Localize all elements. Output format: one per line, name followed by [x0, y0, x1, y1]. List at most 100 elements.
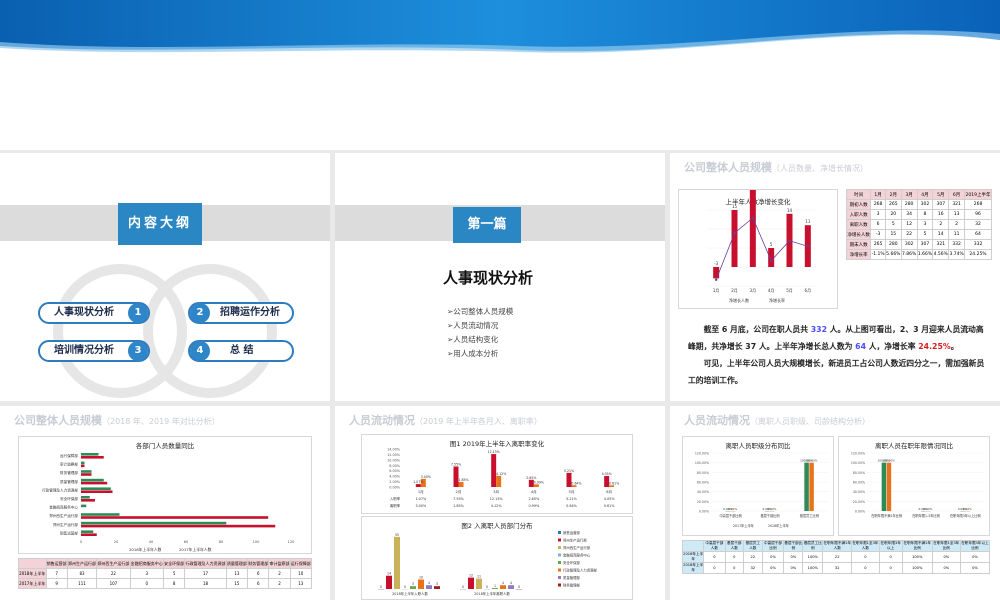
- table-cell: 3.00%: [415, 504, 427, 508]
- table-header-cell: 郑州生产运行部: [66, 558, 98, 569]
- legend-entry: 2017年上半年: [733, 523, 755, 528]
- slide-headcount[interactable]: 公司整体人员规模（人员数量、净增长情况） 上半年人数净增长变化 -3 1月 15 2月…: [670, 153, 1000, 401]
- tick-label: 80: [219, 540, 224, 544]
- tick-label: 2.00%: [389, 480, 401, 484]
- data-label: 0.64%: [571, 481, 581, 485]
- table-cell: 15: [225, 578, 249, 589]
- bar-2018: [81, 530, 94, 533]
- table-header-cell: 中高层干部比例: [761, 540, 785, 552]
- chapter-title: 人事现状分析: [443, 269, 534, 287]
- table-header-cell: 运行保障部: [289, 558, 313, 569]
- bar-2018: [81, 513, 120, 516]
- legend-swatch: [558, 553, 561, 557]
- bullet-item: ➢用人成本分析: [447, 349, 499, 358]
- tick-label: 120.00%: [695, 452, 709, 456]
- data-label: 10: [419, 576, 423, 580]
- tick-label: 5月: [786, 288, 793, 293]
- table-cell: 0: [724, 562, 744, 574]
- table-cell: -1.1%: [870, 249, 886, 260]
- tick-label: 基层干部比例: [760, 513, 779, 518]
- summary-paragraph: 截至 6 月底，公司在职人员共 332 人。从上图可看出，2、3 月迎来人员流动…: [688, 325, 985, 385]
- bar: [508, 585, 514, 589]
- tenure-chart: 离职人员在职年限情况同比 120.00% 100.00% 80.00% 60.00% 4…: [838, 436, 990, 536]
- bar-2017: [81, 481, 108, 485]
- table-cell: 302: [916, 199, 934, 210]
- data-label: 1.85%: [458, 478, 468, 482]
- table-cell: 15: [884, 229, 902, 240]
- data-label: 2.65%: [526, 476, 536, 480]
- legend-entry: 行政管理及人力资源部: [563, 568, 598, 573]
- data-label: 0.00%: [728, 507, 737, 511]
- slide-dept-compare[interactable]: 公司整体人员规模（2018 年、2019 年对比分析） 各部门人员数量同比 运行…: [0, 406, 330, 600]
- bar-2018: [81, 470, 92, 473]
- table-row: 2018年上半年 7 83 22 3 5 17 13 6 2 10: [18, 568, 313, 579]
- table-cell: 0%: [761, 562, 785, 574]
- data-label: 3.00%: [421, 475, 431, 479]
- slide-turnover-rate[interactable]: 人员流动情况（2019 年上半年各月入、离职率） 图1 2019年上半年入离职率…: [335, 406, 665, 600]
- table-cell: 4.12%: [491, 504, 503, 508]
- table-header-cell: 时间: [845, 189, 872, 200]
- bullet-item: ➢人员流动情况: [447, 321, 499, 330]
- tick-label: 20: [114, 540, 119, 544]
- outline-header: 内容大纲: [118, 203, 202, 245]
- tick-label: 10.00%: [387, 458, 401, 462]
- table-cell: 332: [948, 239, 966, 250]
- tick-label: 40.00%: [853, 490, 865, 494]
- table-cell: 7.86%: [900, 249, 918, 260]
- slide-chapter-one[interactable]: 第一篇 人事现状分析 ➢公司整体人员规模 ➢人员流动情况 ➢人员结构变化 ➢用人…: [335, 153, 665, 401]
- table-cell: 100%: [802, 562, 824, 574]
- dept-label: 安全环保部: [60, 496, 78, 501]
- tick-label: 2018年上半年离职人数: [474, 591, 510, 596]
- table-cell: 0%: [761, 551, 785, 563]
- table-header-cell: 在职年限1至3年人数: [851, 540, 880, 552]
- table-row: 期初人数 268 265 280 302 307 321 268: [845, 199, 992, 210]
- tick-label: 20.00%: [853, 500, 865, 504]
- dept-label: 行政管理及人力资源部: [42, 487, 78, 492]
- data-label: 15: [732, 204, 738, 209]
- table-cell: 0.99%: [528, 504, 540, 508]
- data-label: 0: [462, 585, 464, 589]
- bar: [394, 536, 400, 589]
- data-label: 0.00%: [963, 507, 972, 511]
- headcount-table: 时间 1月 2月 3月 4月 5月 6月 2019上半年 期初人数 268 265 280 302 307…: [845, 189, 992, 260]
- data-label: 1: [494, 584, 496, 588]
- bar: [768, 248, 775, 267]
- table-cell: 入职人数: [845, 209, 872, 220]
- data-label: 0.00%: [924, 507, 933, 511]
- table-cell: 4.05%: [604, 497, 616, 501]
- table-cell: 32: [822, 562, 853, 574]
- legend-entry: 安全环保部: [563, 560, 581, 565]
- tick-label: 3月: [493, 489, 499, 494]
- data-label: 100.00%: [805, 459, 818, 463]
- table-cell: 22: [96, 568, 131, 579]
- slide-outline[interactable]: 内容大纲 人事现状分析 1 招聘运作分析 2 培训情况分析 3 总 结 4: [0, 153, 330, 401]
- bar-in: [491, 454, 497, 487]
- bar-2018: [81, 496, 90, 499]
- legend-swatch: [558, 576, 561, 579]
- bar-2018: [81, 461, 85, 465]
- bar-out: [533, 484, 539, 487]
- table-cell: 307: [916, 239, 934, 250]
- table-header-cell: 财务管理部: [247, 558, 270, 569]
- table-cell: 2018年上半年: [18, 568, 47, 579]
- dept-label: 审计监察部: [60, 462, 78, 467]
- tenure-svg: 120.00% 100.00% 80.00% 60.00% 40.00% 20.00% 0.…: [851, 452, 985, 518]
- data-label: 0: [380, 585, 382, 589]
- table-cell: 1.85%: [453, 504, 465, 508]
- tick-label: 12.00%: [387, 453, 401, 457]
- table-cell: 0: [129, 578, 165, 589]
- data-label: 0.61%: [609, 481, 619, 485]
- slide-turnover-structure[interactable]: 人员流动情况（离职人员职级、司龄结构分析） 离职人员职级分布同比 120.00%…: [670, 406, 1000, 600]
- table-cell: 96: [964, 209, 992, 220]
- chapter-bullets: ➢公司整体人员规模 ➢人员流动情况 ➢人员结构变化 ➢用人成本分析: [447, 305, 513, 361]
- table-cell: 13: [289, 578, 313, 589]
- bar-2017: [81, 533, 97, 536]
- row-label: 入职率: [390, 496, 401, 501]
- slide-title: 公司整体人员规模（人员数量、净增长情况）: [684, 161, 868, 174]
- table-cell: 期初人数: [845, 199, 872, 210]
- tick-label: 在职年限不满1年比例: [871, 513, 902, 518]
- table-header-cell: 4月: [916, 189, 934, 200]
- table-cell: 14: [932, 229, 950, 240]
- table-cell: 6: [870, 219, 886, 230]
- tick-label: 基层员工比例: [800, 513, 819, 518]
